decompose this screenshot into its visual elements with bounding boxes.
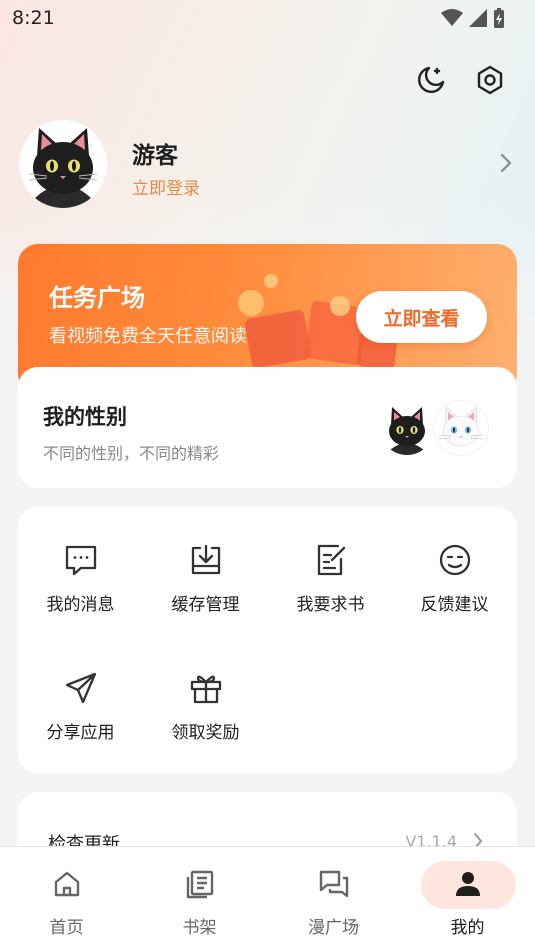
task-title: 任务广场 — [49, 284, 145, 312]
tab-label: 书架 — [182, 918, 217, 938]
edit-document-icon — [312, 541, 350, 579]
login-link[interactable]: 立即登录 — [132, 174, 200, 199]
menu-item-rewards[interactable]: 领取奖励 — [143, 635, 268, 745]
black-cat-icon[interactable] — [380, 401, 434, 455]
download-tray-icon — [187, 541, 225, 579]
task-subtitle: 看视频免费全天任意阅读 — [49, 326, 247, 347]
menu-label: 反馈建议 — [420, 595, 489, 615]
signal-icon — [469, 9, 487, 27]
chevron-right-icon[interactable] — [499, 152, 513, 178]
bookshelf-icon — [183, 867, 217, 901]
red-packet-decoration — [244, 309, 312, 369]
person-icon — [451, 867, 485, 901]
view-now-button[interactable]: 立即查看 — [356, 291, 487, 343]
home-icon — [50, 867, 84, 901]
white-cat-icon[interactable] — [434, 401, 488, 455]
chat-square-icon — [317, 867, 351, 901]
menu-label: 缓存管理 — [171, 595, 240, 615]
gender-subtitle: 不同的性别，不同的精彩 — [43, 444, 220, 463]
bottom-navigation: 首页 书架 漫广场 我的 — [0, 846, 535, 951]
menu-item-request-book[interactable]: 我要求书 — [268, 507, 393, 617]
status-icons — [441, 8, 505, 28]
night-mode-icon[interactable] — [413, 62, 449, 98]
tab-label: 漫广场 — [308, 918, 359, 938]
tab-comic-square[interactable]: 漫广场 — [267, 847, 400, 951]
avatar[interactable] — [19, 120, 107, 208]
tab-label: 首页 — [49, 918, 84, 938]
tab-bookshelf[interactable]: 书架 — [133, 847, 266, 951]
menu-item-messages[interactable]: 我的消息 — [18, 507, 143, 617]
message-icon — [62, 541, 100, 579]
menu-item-cache[interactable]: 缓存管理 — [143, 507, 268, 617]
menu-label: 分享应用 — [46, 723, 115, 743]
user-name[interactable]: 游客 — [132, 136, 178, 170]
coin-decoration — [238, 290, 264, 316]
menu-label: 我要求书 — [296, 595, 365, 615]
coin-decoration — [264, 274, 278, 288]
function-menu-card: 我的消息 缓存管理 我要求书 反馈建议 分享应用 领取奖励 — [18, 507, 517, 773]
wifi-icon — [441, 9, 463, 26]
menu-label: 领取奖励 — [171, 723, 240, 743]
tab-home[interactable]: 首页 — [0, 847, 133, 951]
coin-decoration — [330, 296, 350, 316]
settings-icon[interactable] — [472, 62, 508, 98]
status-bar: 8:21 — [0, 0, 535, 36]
gift-icon — [187, 669, 225, 707]
tab-label: 我的 — [450, 918, 485, 938]
menu-item-share-app[interactable]: 分享应用 — [18, 635, 143, 745]
black-cat-avatar — [28, 128, 98, 208]
tab-mine[interactable]: 我的 — [401, 847, 534, 951]
send-icon — [62, 669, 100, 707]
gender-card[interactable]: 我的性别 不同的性别，不同的精彩 — [18, 367, 517, 488]
status-time: 8:21 — [12, 7, 55, 29]
face-icon — [436, 541, 474, 579]
battery-icon — [494, 8, 504, 28]
menu-item-feedback[interactable]: 反馈建议 — [392, 507, 517, 617]
gender-title: 我的性别 — [43, 405, 127, 429]
menu-label: 我的消息 — [46, 595, 115, 615]
